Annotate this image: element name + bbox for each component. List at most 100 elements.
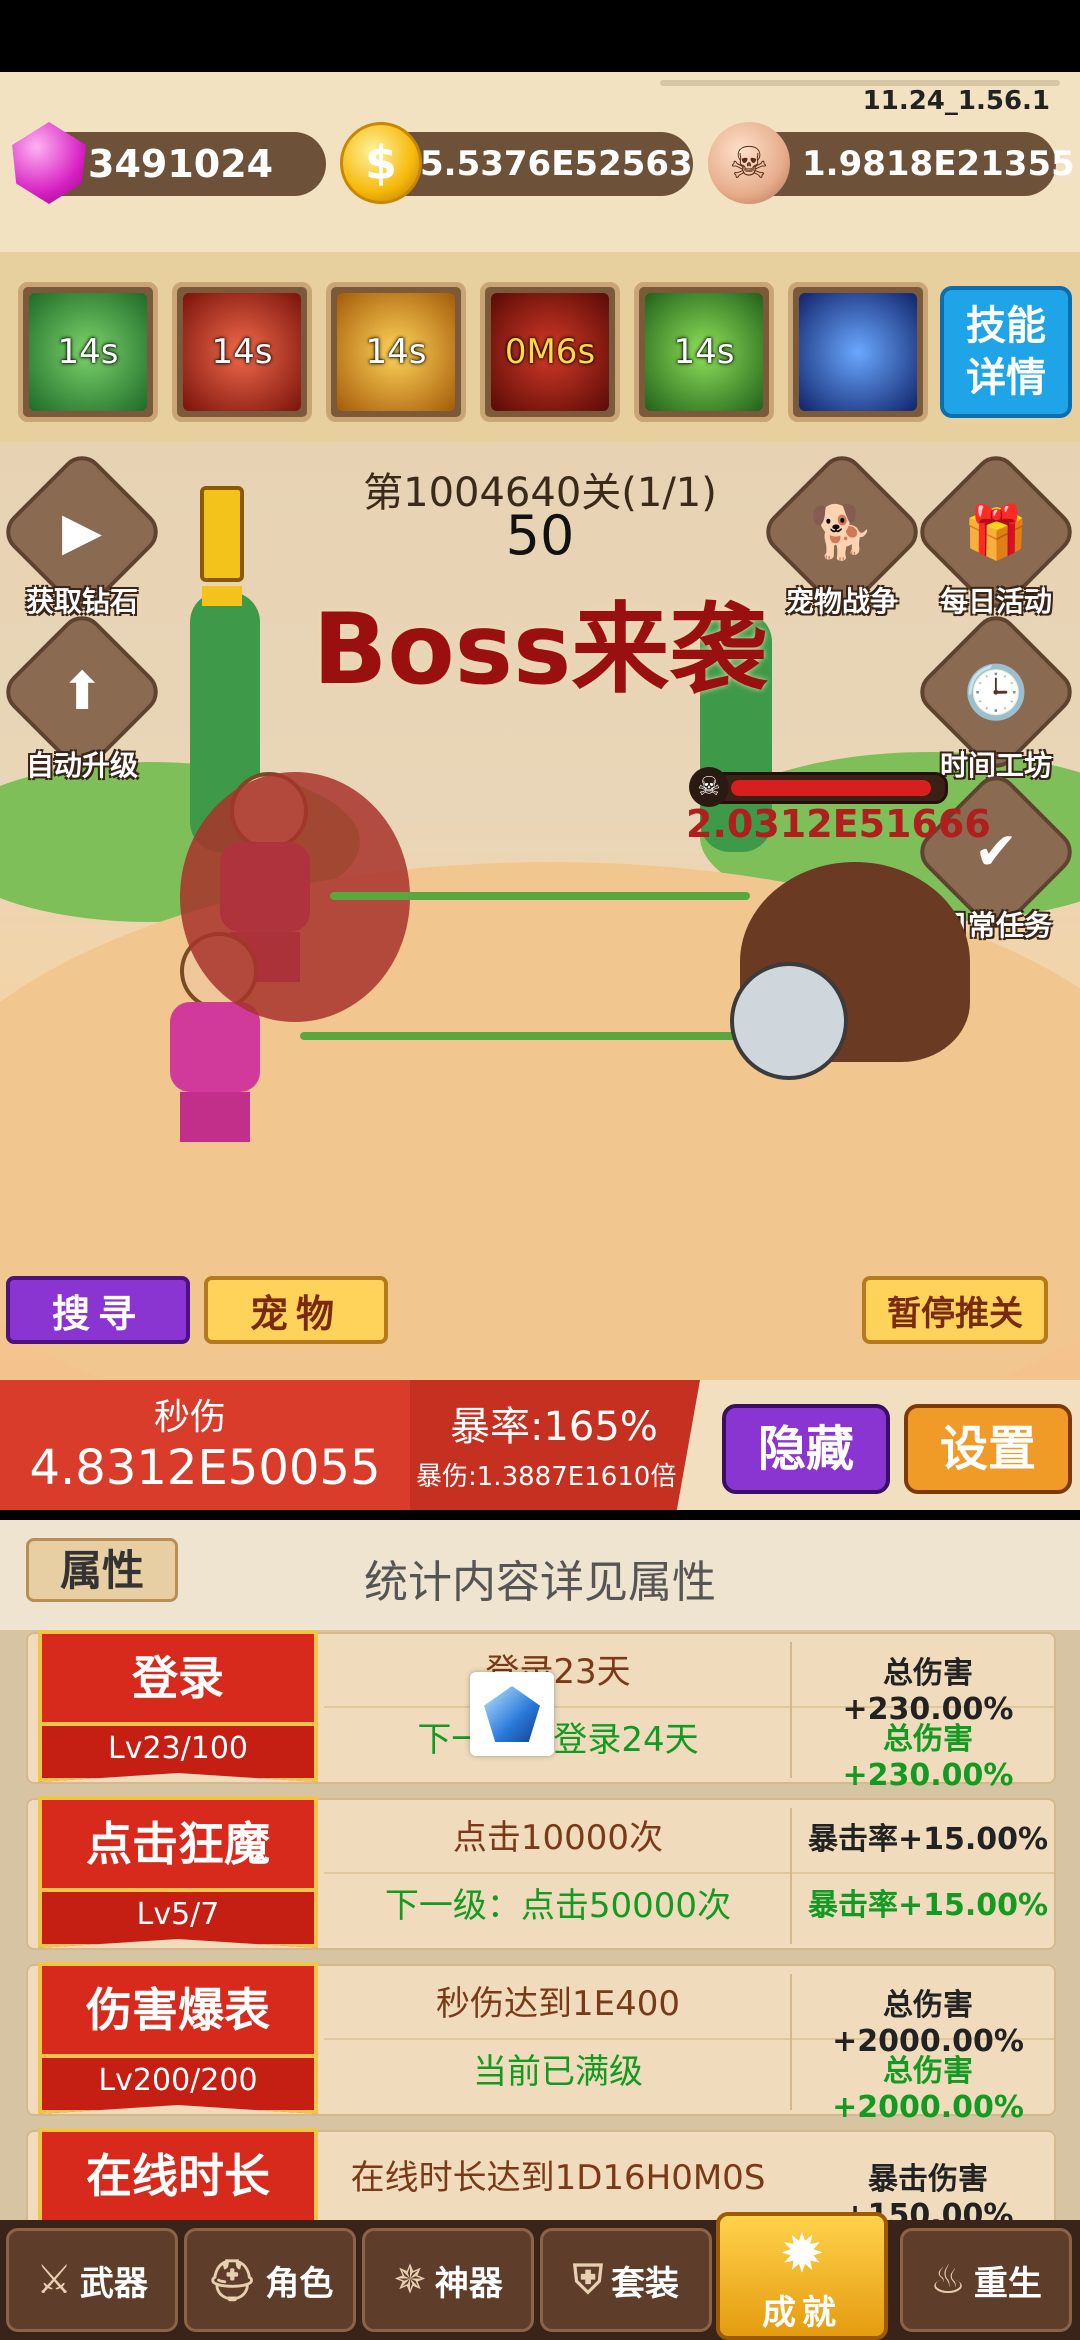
battle-scene[interactable]: 第1004640关(1/1) 50 Boss来袭 ▶ 获取钻石 ⬆ 自动升级 🐕… (0, 442, 1080, 1380)
achievement-panel: 属性 统计内容详见属性 登录 Lv23/100 登录23天 下一级：登录24天 … (0, 1520, 1080, 2282)
skull-icon: ☠ (689, 767, 729, 807)
crit-damage: 暴伤:1.3887E1610倍 (416, 1462, 677, 1492)
floating-gem-reward[interactable] (470, 1672, 554, 1756)
achievement-next-condition: 下一级：点击50000次 (384, 1886, 732, 1926)
gem-icon (12, 122, 86, 204)
skill-detail-line2: 详情 (966, 355, 1046, 401)
achievement-next-effect: 总伤害+230.00% (842, 1722, 1014, 1793)
dps-label: 秒伤 (153, 1397, 226, 1438)
nav-set[interactable]: ⛨ 套装 (540, 2228, 712, 2332)
nav-rebirth-label: 重生 (973, 2263, 1042, 2304)
gold-value: 5.5376E52563 (420, 144, 693, 184)
achievement-condition: 点击10000次 (452, 1818, 664, 1858)
skill-slot-2[interactable]: 14s (172, 282, 312, 422)
achievement-condition: 在线时长达到1D16H0M0S (350, 2158, 766, 2198)
skill-bar: 14s 14s 14s 0M6s 14s 技能 详情 (0, 252, 1080, 442)
skill-slot-4[interactable]: 0M6s (480, 282, 620, 422)
skill-slot-5[interactable]: 14s (634, 282, 774, 422)
hide-button[interactable]: 隐藏 (722, 1404, 890, 1494)
skill-slot-3[interactable]: 14s (326, 282, 466, 422)
skill-timer-4: 0M6s (491, 293, 609, 411)
achievement-banner: 登录 Lv23/100 (38, 1630, 318, 1782)
dog-icon: 🐕 (809, 502, 875, 563)
achievement-row[interactable]: 伤害爆表 Lv200/200 秒伤达到1E400 当前已满级 总伤害+2000.… (26, 1962, 1056, 2125)
skill-detail-button[interactable]: 技能 详情 (940, 286, 1072, 418)
coin-icon: $ (340, 122, 422, 204)
bottom-nav: ⚔ 武器 ⛑ 角色 ✵ 神器 ⛨ 套装 ✹ 成就 ♨ 重生 (0, 2212, 1080, 2340)
achievement-level: Lv5/7 (38, 1888, 318, 1948)
achievement-next-effect: 总伤害+2000.00% (832, 2054, 1024, 2125)
gem-value: 3491024 (88, 142, 274, 186)
nav-achievement-label: 成就 (762, 2293, 842, 2333)
boss-knight[interactable] (730, 962, 848, 1080)
crit-box: 暴率:165% 暴伤:1.3887E1610倍 (410, 1380, 700, 1510)
achievement-effect: 暴击率+15.00% (807, 1822, 1049, 1857)
achievement-name: 点击狂魔 (38, 1796, 318, 1888)
achievement-condition: 秒伤达到1E400 (435, 1984, 680, 2024)
skill-slot-1[interactable]: 14s (18, 282, 158, 422)
flame-icon: ♨ (930, 2257, 966, 2303)
stage-count: 50 (505, 504, 575, 567)
version-label: 11.24_1.56.1 (862, 86, 1050, 116)
daily-event-button[interactable]: 🎁 每日活动 (911, 447, 1080, 618)
soul-value: 1.9818E21355 (802, 144, 1075, 184)
search-button[interactable]: 搜寻 (6, 1276, 190, 1344)
achievement-row[interactable]: 点击狂魔 Lv5/7 点击10000次 下一级：点击50000次 暴击率+15.… (26, 1796, 1056, 1950)
daily-event-label: 每日活动 (939, 585, 1052, 618)
banner-badge-icon: ✹ (779, 2222, 825, 2285)
pet-war-label: 宠物战争 (785, 585, 898, 618)
nav-weapon-label: 武器 (79, 2263, 148, 2304)
nav-set-label: 套装 (611, 2263, 679, 2304)
status-bar (0, 0, 1080, 72)
achievement-next-condition: 当前已满级 (473, 2052, 643, 2092)
arrow-projectile (330, 892, 750, 900)
nav-achievement[interactable]: ✹ 成就 (716, 2212, 888, 2340)
achievement-name: 在线时长 (38, 2128, 318, 2220)
arrow-projectile (300, 1032, 740, 1040)
clock-icon: 🕒 (963, 662, 1029, 723)
nav-character-label: 角色 (265, 2263, 334, 2304)
nav-weapon[interactable]: ⚔ 武器 (6, 2228, 178, 2332)
crossed-swords-icon: ⚔ (36, 2257, 72, 2303)
settings-button[interactable]: 设置 (904, 1404, 1072, 1494)
pause-push-button[interactable]: 暂停推关 (862, 1276, 1048, 1344)
achievement-level: Lv200/200 (38, 2054, 318, 2114)
pet-war-button[interactable]: 🐕 宠物战争 (757, 447, 927, 618)
soul-counter[interactable]: ☠ 1.9818E21355 (708, 122, 1075, 204)
dps-value: 4.8312E50055 (29, 1440, 381, 1496)
upgrade-arrow-icon: ⬆ (60, 662, 104, 722)
skill-timer-1: 14s (29, 293, 147, 411)
time-workshop-button[interactable]: 🕒 时间工坊 (911, 607, 1080, 782)
achievement-name: 登录 (38, 1630, 318, 1722)
gift-icon: 🎁 (963, 502, 1029, 563)
resource-bar: 11.24_1.56.1 3491024 $ 5.5376E52563 ☠ 1.… (0, 72, 1080, 252)
boss-hp-value: 2.0312E51666 (686, 802, 991, 846)
achievement-header: 属性 统计内容详见属性 (0, 1520, 1080, 1630)
skull-icon: ☠ (708, 122, 790, 204)
gold-counter[interactable]: $ 5.5376E52563 (340, 122, 693, 204)
get-diamonds-button[interactable]: ▶ 获取钻石 (0, 447, 167, 618)
crit-rate: 暴率:165% (450, 1404, 658, 1450)
nav-artifact[interactable]: ✵ 神器 (362, 2228, 534, 2332)
achievement-banner: 点击狂魔 Lv5/7 (38, 1796, 318, 1948)
nav-character[interactable]: ⛑ 角色 (184, 2228, 356, 2332)
nav-artifact-label: 神器 (434, 2263, 503, 2304)
dps-box: 秒伤 4.8312E50055 (0, 1380, 410, 1510)
gem-counter[interactable]: 3491024 (12, 122, 326, 204)
achievement-condition: 登录23天 (485, 1652, 631, 1692)
boss-hp-bar: ☠ (689, 767, 948, 807)
get-diamonds-label: 获取钻石 (25, 585, 138, 618)
skill-timer-2: 14s (183, 293, 301, 411)
skill-timer-3: 14s (337, 293, 455, 411)
skill-detail-line1: 技能 (966, 303, 1046, 349)
helmet-icon: ⛑ (206, 2257, 258, 2304)
damage-panel: 秒伤 4.8312E50055 暴率:165% 暴伤:1.3887E1610倍 … (0, 1380, 1080, 1510)
blue-gem-icon (484, 1686, 540, 1742)
pet-button[interactable]: 宠物 (204, 1276, 388, 1344)
skill-timer-5: 14s (645, 293, 763, 411)
nav-rebirth[interactable]: ♨ 重生 (900, 2228, 1072, 2332)
armor-icon: ⛨ (573, 2257, 603, 2303)
game-screen: 11.24_1.56.1 3491024 $ 5.5376E52563 ☠ 1.… (0, 0, 1080, 2340)
auto-upgrade-button[interactable]: ⬆ 自动升级 (0, 607, 167, 782)
skill-slot-6[interactable] (788, 282, 928, 422)
